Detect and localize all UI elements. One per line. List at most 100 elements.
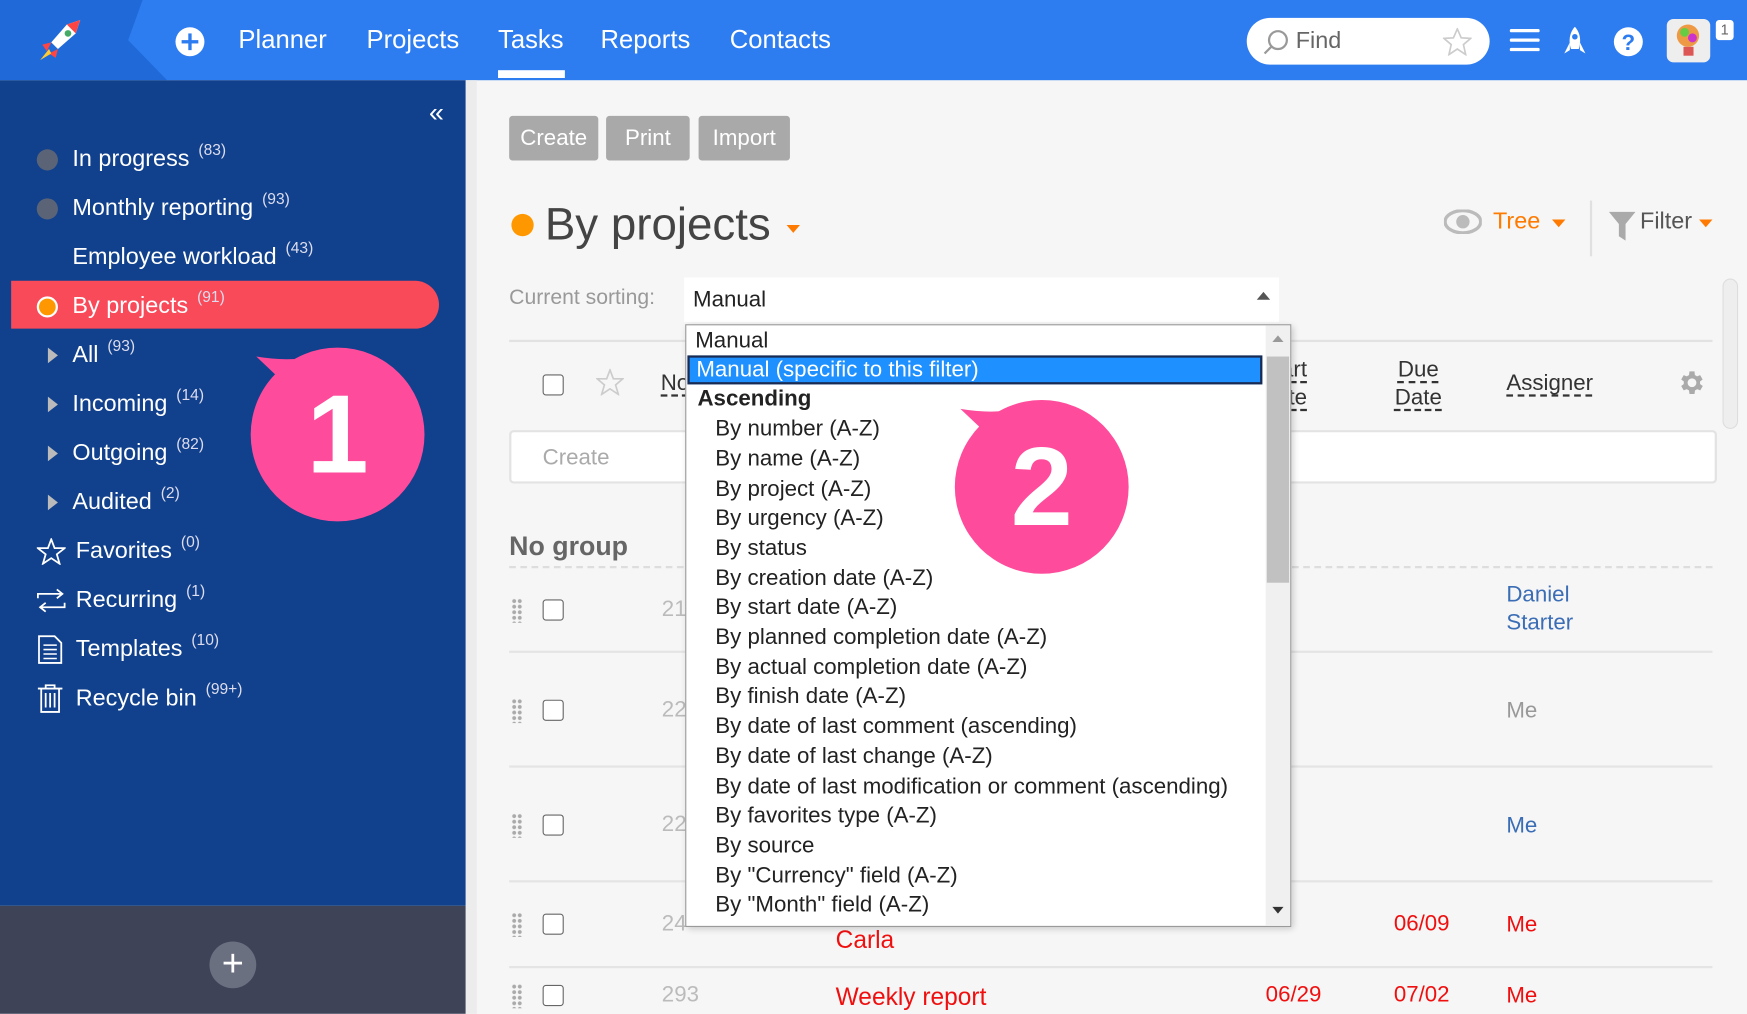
assigner[interactable]: Me xyxy=(1506,697,1595,725)
favorite-header-star-icon[interactable] xyxy=(596,368,624,396)
assigner[interactable]: Me xyxy=(1506,812,1595,840)
drag-handle-icon[interactable] xyxy=(511,698,523,723)
row-checkbox[interactable] xyxy=(542,913,564,935)
sidebar-item-count: (82) xyxy=(176,434,205,453)
task-name[interactable]: Carla xyxy=(836,926,895,955)
nav-tab-reports[interactable]: Reports xyxy=(601,25,691,55)
search-icon xyxy=(1263,30,1288,55)
header-due-date[interactable]: Due Date xyxy=(1387,357,1449,413)
task-name[interactable]: Weekly report xyxy=(836,983,987,1012)
sidebar-item-text: Audited xyxy=(72,489,152,515)
rocket-logo-icon[interactable] xyxy=(38,18,85,63)
notification-badge[interactable]: 1 xyxy=(1715,20,1734,41)
row-checkbox[interactable] xyxy=(542,699,564,721)
dropdown-option[interactable]: Manual (specific to this filter) xyxy=(687,355,1263,385)
print-button[interactable]: Print xyxy=(606,115,690,161)
scroll-down-icon[interactable] xyxy=(1272,906,1284,914)
filter-caret-icon[interactable] xyxy=(1699,219,1713,233)
settings-gear-icon[interactable] xyxy=(1676,368,1706,398)
view-caret-icon[interactable] xyxy=(1552,219,1566,233)
sidebar-item-recycle-bin[interactable]: Recycle bin (99+) xyxy=(0,676,446,721)
sidebar-item-by-projects[interactable]: By projects (91) xyxy=(0,284,446,329)
filter-color-dot xyxy=(511,213,534,237)
sidebar-item-text: Outgoing xyxy=(72,440,168,466)
drag-handle-icon[interactable] xyxy=(511,812,523,838)
scroll-thumb[interactable] xyxy=(1266,356,1290,583)
drag-handle-icon[interactable] xyxy=(511,912,523,938)
assigner[interactable]: Daniel Starter xyxy=(1506,582,1595,638)
dropdown-option[interactable]: Manual xyxy=(686,326,1265,355)
select-all-checkbox[interactable] xyxy=(542,374,564,396)
page-scrollbar[interactable] xyxy=(1722,278,1739,429)
dropdown-option-partial[interactable] xyxy=(686,919,1265,926)
sidebar-item-monthly-reporting[interactable]: Monthly reporting (93) xyxy=(0,186,446,231)
sidebar-item-count: (10) xyxy=(191,630,220,649)
collapse-sidebar-icon[interactable]: « xyxy=(429,98,444,129)
rocket-icon[interactable] xyxy=(1563,26,1586,57)
sidebar-item-label: Monthly reporting (93) xyxy=(72,189,289,222)
task-number: 21 xyxy=(661,597,687,622)
assigner[interactable]: Me xyxy=(1506,983,1595,1011)
title-dropdown-caret-icon[interactable] xyxy=(786,225,800,239)
help-icon[interactable]: ? xyxy=(1613,27,1643,57)
star-icon[interactable] xyxy=(1442,27,1472,56)
search-input[interactable]: Find xyxy=(1246,17,1490,65)
svg-text:?: ? xyxy=(1622,30,1636,55)
drag-handle-icon[interactable] xyxy=(511,598,523,623)
dropdown-option[interactable]: By finish date (A-Z) xyxy=(686,682,1265,711)
callout-2: 2 xyxy=(954,399,1129,574)
nav-tab-projects[interactable]: Projects xyxy=(367,25,460,55)
avatar[interactable] xyxy=(1666,18,1711,63)
dropdown-option[interactable]: By source xyxy=(686,831,1265,860)
sidebar-item-text: Employee workload xyxy=(72,244,277,270)
dropdown-option[interactable]: By date of last comment (ascending) xyxy=(686,712,1265,741)
due-date: 07/02 xyxy=(1393,982,1450,1008)
dropdown-option[interactable]: By favorites type (A-Z) xyxy=(686,801,1265,830)
dropdown-option[interactable]: By start date (A-Z) xyxy=(686,593,1265,622)
row-checkbox[interactable] xyxy=(542,599,564,621)
select-caret-up-icon[interactable] xyxy=(1256,291,1271,300)
template-icon xyxy=(37,635,64,664)
sidebar-item-count: (83) xyxy=(198,140,227,159)
scroll-up-icon[interactable] xyxy=(1272,335,1284,343)
row-checkbox[interactable] xyxy=(542,813,564,836)
sidebar-item-templates[interactable]: Templates (10) xyxy=(0,627,446,672)
sidebar-item-in-progress[interactable]: In progress (83) xyxy=(0,137,446,182)
dropdown-option[interactable]: By date of last modification or comment … xyxy=(686,772,1265,801)
sidebar-item-label: Favorites (0) xyxy=(75,533,200,565)
dropdown-option[interactable]: By date of last change (A-Z) xyxy=(686,742,1265,771)
create-button[interactable]: Create xyxy=(509,115,599,161)
nav-tab-planner[interactable]: Planner xyxy=(238,25,326,55)
add-filter-button[interactable]: + xyxy=(209,941,257,989)
sidebar-item-count: (1) xyxy=(186,581,206,600)
nav-tab-tasks[interactable]: Tasks xyxy=(498,25,564,55)
filter-icon[interactable] xyxy=(1608,211,1636,241)
sidebar-item-label: Incoming (14) xyxy=(72,385,204,418)
sidebar-item-label: Recurring (1) xyxy=(76,582,205,614)
assigner[interactable]: Me xyxy=(1506,911,1595,939)
header-assigner[interactable]: Assigner xyxy=(1506,370,1593,398)
dropdown-scrollbar[interactable] xyxy=(1265,325,1291,926)
sidebar-item-favorites[interactable]: Favorites (0) xyxy=(0,529,446,574)
star-icon xyxy=(36,538,66,565)
sidebar-divider[interactable] xyxy=(465,80,477,1014)
menu-icon[interactable] xyxy=(1509,28,1540,52)
eye-icon[interactable] xyxy=(1443,209,1482,234)
dropdown-option[interactable]: By "Month" field (A-Z) xyxy=(686,891,1265,920)
row-checkbox[interactable] xyxy=(542,984,564,1007)
drag-handle-icon[interactable] xyxy=(511,983,523,1009)
add-icon[interactable] xyxy=(175,27,205,57)
dropdown-option[interactable]: By planned completion date (A-Z) xyxy=(686,623,1265,652)
nav-tab-contacts[interactable]: Contacts xyxy=(730,25,831,55)
filter-dropdown[interactable]: Filter xyxy=(1640,208,1692,235)
view-mode-dropdown[interactable]: Tree xyxy=(1493,208,1540,235)
sidebar-item-text: Favorites xyxy=(75,538,172,564)
dropdown-option[interactable]: By actual completion date (A-Z) xyxy=(686,653,1265,682)
dropdown-option[interactable]: By "Currency" field (A-Z) xyxy=(686,861,1265,890)
sidebar-item-count: (91) xyxy=(197,287,225,306)
import-button[interactable]: Import xyxy=(698,115,790,161)
sorting-select[interactable]: Manual xyxy=(684,277,1280,322)
sidebar-item-employee-workload[interactable]: Employee workload (43) xyxy=(0,235,446,280)
sidebar-item-recurring[interactable]: Recurring (1) xyxy=(0,578,446,623)
page-title[interactable]: By projects xyxy=(545,198,771,250)
